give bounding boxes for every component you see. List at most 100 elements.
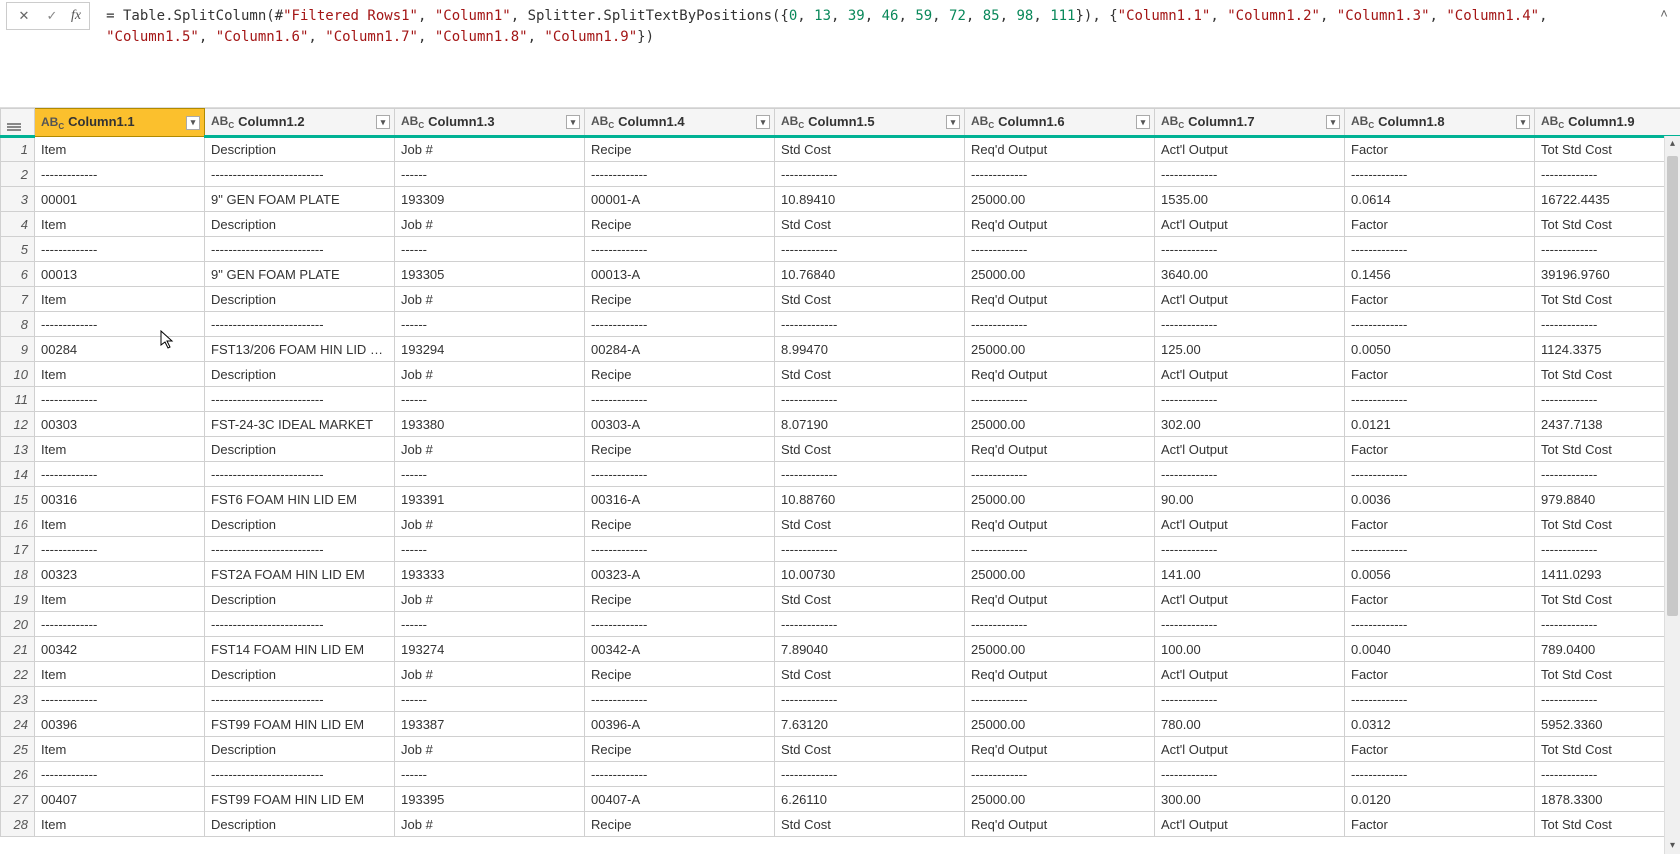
table-row[interactable]: 2---------------------------------------… — [1, 162, 1680, 187]
table-row[interactable]: 1ItemDescriptionJob #RecipeStd CostReq'd… — [1, 137, 1680, 162]
cell[interactable]: Job # — [395, 512, 585, 537]
cell[interactable]: ------------- — [965, 687, 1155, 712]
cell[interactable]: 90.00 — [1155, 487, 1345, 512]
column-header-4[interactable]: ABCColumn1.4▾ — [585, 109, 775, 137]
row-number[interactable]: 23 — [1, 687, 35, 712]
scroll-thumb[interactable] — [1667, 156, 1678, 616]
column-header-8[interactable]: ABCColumn1.8▾ — [1345, 109, 1535, 137]
cell[interactable]: ------------- — [35, 687, 205, 712]
cell[interactable]: 00407-A — [585, 787, 775, 812]
cell[interactable]: 141.00 — [1155, 562, 1345, 587]
cell[interactable]: ------------- — [1345, 537, 1535, 562]
collapse-formula-button[interactable]: ˄ — [1654, 2, 1674, 21]
cell[interactable]: Req'd Output — [965, 587, 1155, 612]
cell[interactable]: 25000.00 — [965, 787, 1155, 812]
cell[interactable]: ------------- — [1155, 762, 1345, 787]
cell[interactable]: ------------- — [1535, 537, 1680, 562]
cell[interactable]: ------------- — [35, 612, 205, 637]
cell[interactable]: ------------- — [1345, 162, 1535, 187]
cell[interactable]: Item — [35, 362, 205, 387]
cell[interactable]: 00284 — [35, 337, 205, 362]
cell[interactable]: 00342 — [35, 637, 205, 662]
table-row[interactable]: 8---------------------------------------… — [1, 312, 1680, 337]
cell[interactable]: 16722.4435 — [1535, 187, 1680, 212]
cell[interactable]: Std Cost — [775, 512, 965, 537]
cell[interactable]: 25000.00 — [965, 337, 1155, 362]
cell[interactable]: 0.0036 — [1345, 487, 1535, 512]
cell[interactable]: 00316-A — [585, 487, 775, 512]
cell[interactable]: Factor — [1345, 212, 1535, 237]
cell[interactable]: Description — [205, 212, 395, 237]
cell[interactable]: 193305 — [395, 262, 585, 287]
cell[interactable]: 0.0121 — [1345, 412, 1535, 437]
row-number[interactable]: 16 — [1, 512, 35, 537]
row-number[interactable]: 18 — [1, 562, 35, 587]
table-row[interactable]: 2100342FST14 FOAM HIN LID EM19327400342-… — [1, 637, 1680, 662]
cell[interactable]: ------------- — [1535, 237, 1680, 262]
cell[interactable]: Tot Std Cost — [1535, 812, 1680, 837]
cell[interactable]: -------------------------- — [205, 162, 395, 187]
cell[interactable]: ------------- — [775, 462, 965, 487]
cell[interactable]: Act'l Output — [1155, 287, 1345, 312]
cell[interactable]: ------------- — [1155, 162, 1345, 187]
cell[interactable]: 00013-A — [585, 262, 775, 287]
cell[interactable]: Recipe — [585, 737, 775, 762]
cell[interactable]: Act'l Output — [1155, 587, 1345, 612]
table-row[interactable]: 20--------------------------------------… — [1, 612, 1680, 637]
cell[interactable]: Std Cost — [775, 812, 965, 837]
cell[interactable]: ------------- — [775, 387, 965, 412]
cell[interactable]: ------------- — [1155, 312, 1345, 337]
cell[interactable]: 193391 — [395, 487, 585, 512]
column-dropdown-icon[interactable]: ▾ — [376, 115, 390, 129]
table-row[interactable]: 22ItemDescriptionJob #RecipeStd CostReq'… — [1, 662, 1680, 687]
cell[interactable]: ------ — [395, 162, 585, 187]
row-number[interactable]: 4 — [1, 212, 35, 237]
cell[interactable]: Description — [205, 512, 395, 537]
cell[interactable]: Factor — [1345, 437, 1535, 462]
cell[interactable]: Req'd Output — [965, 512, 1155, 537]
cell[interactable]: ------------- — [1345, 387, 1535, 412]
cell[interactable]: Req'd Output — [965, 662, 1155, 687]
cell[interactable]: ------------- — [585, 537, 775, 562]
row-number[interactable]: 27 — [1, 787, 35, 812]
cell[interactable]: Recipe — [585, 812, 775, 837]
cell[interactable]: ------ — [395, 312, 585, 337]
cell[interactable]: ------------- — [1345, 462, 1535, 487]
cell[interactable]: ------ — [395, 612, 585, 637]
cell[interactable]: 25000.00 — [965, 262, 1155, 287]
table-row[interactable]: 28ItemDescriptionJob #RecipeStd CostReq'… — [1, 812, 1680, 837]
cell[interactable]: ------------- — [965, 162, 1155, 187]
cell[interactable]: -------------------------- — [205, 312, 395, 337]
table-row[interactable]: 23--------------------------------------… — [1, 687, 1680, 712]
cell[interactable]: Description — [205, 737, 395, 762]
cell[interactable]: ------------- — [585, 237, 775, 262]
cell[interactable]: ------------- — [1345, 312, 1535, 337]
cell[interactable]: 5952.3360 — [1535, 712, 1680, 737]
table-row[interactable]: 7ItemDescriptionJob #RecipeStd CostReq'd… — [1, 287, 1680, 312]
cell[interactable]: ------------- — [35, 312, 205, 337]
table-row[interactable]: 6000139" GEN FOAM PLATE19330500013-A10.7… — [1, 262, 1680, 287]
cell[interactable]: 00284-A — [585, 337, 775, 362]
scroll-up-icon[interactable]: ▴ — [1665, 136, 1680, 152]
cell[interactable]: FST6 FOAM HIN LID EM — [205, 487, 395, 512]
cell[interactable]: Item — [35, 587, 205, 612]
cell[interactable]: 193380 — [395, 412, 585, 437]
accept-button[interactable]: ✓ — [43, 7, 61, 25]
cell[interactable]: Act'l Output — [1155, 737, 1345, 762]
column-dropdown-icon[interactable]: ▾ — [1516, 115, 1530, 129]
row-number[interactable]: 21 — [1, 637, 35, 662]
row-number[interactable]: 3 — [1, 187, 35, 212]
cell[interactable]: ------ — [395, 387, 585, 412]
column-dropdown-icon[interactable]: ▾ — [566, 115, 580, 129]
cell[interactable]: ------------- — [965, 312, 1155, 337]
cell[interactable]: Factor — [1345, 512, 1535, 537]
table-row[interactable]: 16ItemDescriptionJob #RecipeStd CostReq'… — [1, 512, 1680, 537]
cell[interactable]: Job # — [395, 737, 585, 762]
cell[interactable]: ------------- — [1535, 687, 1680, 712]
cell[interactable]: ------------- — [775, 612, 965, 637]
cell[interactable]: Recipe — [585, 587, 775, 612]
cell[interactable]: ------------- — [775, 762, 965, 787]
cell[interactable]: Tot Std Cost — [1535, 137, 1680, 162]
cell[interactable]: ------ — [395, 462, 585, 487]
cell[interactable]: 3640.00 — [1155, 262, 1345, 287]
